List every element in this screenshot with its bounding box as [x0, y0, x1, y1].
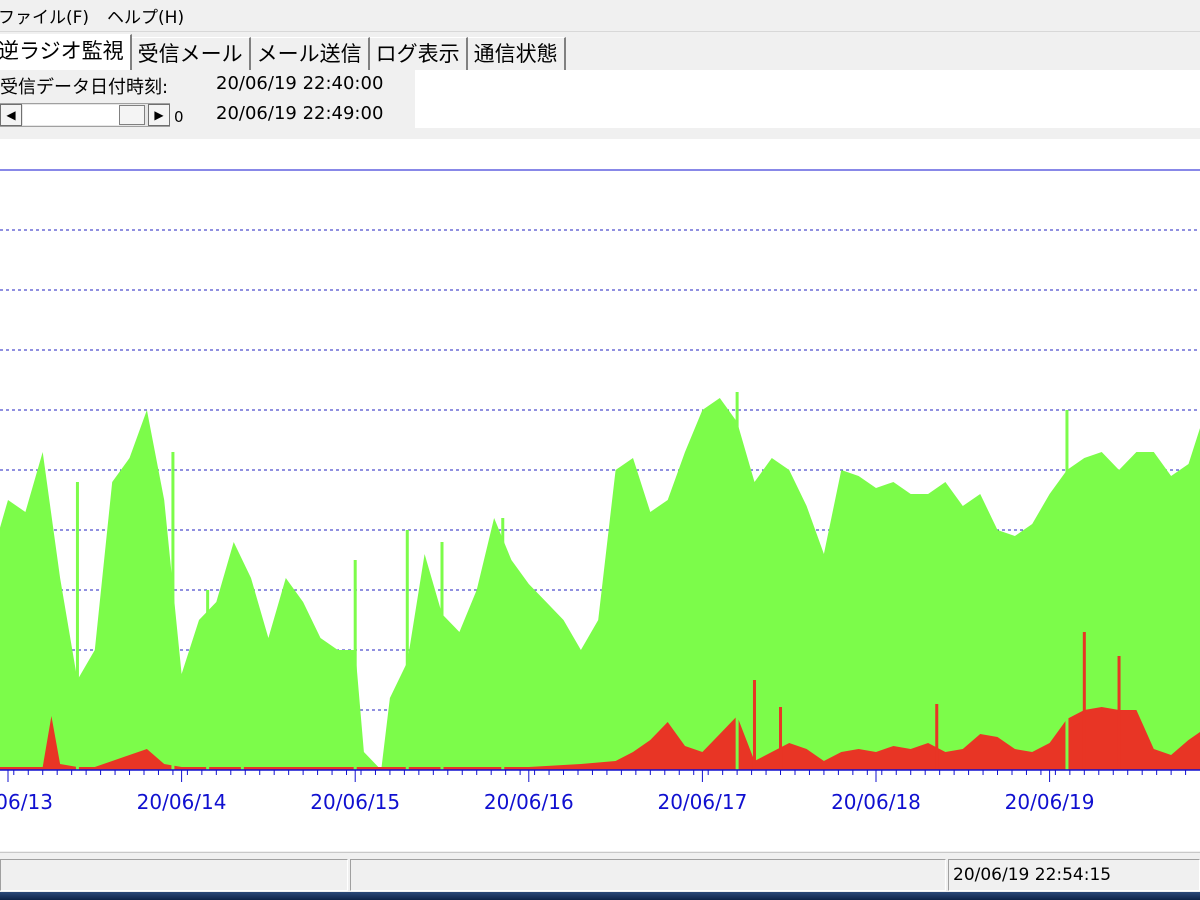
time-scrollbar[interactable]: ◀ ▶	[0, 103, 170, 127]
tab-log-view[interactable]: ログ表示	[369, 37, 468, 70]
tab-received-mail[interactable]: 受信メール	[131, 37, 251, 70]
scroll-thumb[interactable]	[119, 105, 145, 125]
spike-red	[1117, 656, 1121, 770]
spike-green	[405, 530, 409, 770]
menu-bar: ファイル(F) ヘルプ(H)	[0, 0, 1200, 32]
received-time-start: 20/06/19 22:40:00	[216, 73, 384, 94]
x-tick-label: 20/06/19	[1005, 790, 1095, 814]
spike-red	[779, 707, 783, 770]
status-bar: 20/06/19 22:54:15	[0, 852, 1200, 893]
area-series-green	[0, 398, 1200, 770]
spike-green	[206, 590, 210, 770]
spike-green	[75, 482, 79, 770]
status-clock: 20/06/19 22:54:15	[953, 865, 1112, 885]
x-tick-label: 20/06/16	[484, 790, 574, 814]
received-datetime-label: 受信データ日付時刻:	[0, 77, 169, 98]
x-tick-label: 20/06/18	[831, 790, 921, 814]
signal-chart: 20/06/13 20/06/14 20/06/15 20/06/16 20/06/17…	[0, 169, 1200, 814]
spike-green	[501, 518, 505, 770]
status-segment-clock: 20/06/19 22:54:15	[948, 859, 1200, 891]
received-time-end: 20/06/19 22:49:00	[216, 103, 384, 124]
spike-red	[752, 680, 756, 770]
x-tick-label: 20/06/14	[137, 790, 227, 814]
arrow-right-icon: ▶	[154, 108, 164, 122]
tab-comm-status[interactable]: 通信状態	[467, 37, 566, 70]
menu-file[interactable]: ファイル(F)	[0, 3, 99, 28]
tab-bar: 逆ラジオ監視 受信メール メール送信 ログ表示 通信状態	[0, 32, 1200, 70]
spike-green	[735, 392, 739, 770]
tab-radio-monitor[interactable]: 逆ラジオ監視	[0, 34, 132, 70]
spike-green	[1065, 410, 1069, 770]
x-tick-label: 20/06/15	[310, 790, 400, 814]
spike-red	[1082, 632, 1086, 770]
spike-green	[171, 452, 175, 770]
spike-green	[240, 578, 244, 770]
scroll-left-button[interactable]: ◀	[0, 104, 22, 126]
status-segment-2	[350, 859, 946, 891]
arrow-left-icon: ◀	[6, 108, 16, 122]
spike-green	[353, 560, 357, 770]
scroll-value: 0	[174, 108, 184, 126]
x-tick-label: 20/06/17	[657, 790, 747, 814]
tab-send-mail[interactable]: メール送信	[250, 37, 370, 70]
spike-red	[935, 704, 939, 770]
info-panel: 受信データ日付時刻: 20/06/19 22:40:00 20/06/19 22…	[0, 70, 1200, 134]
menu-help[interactable]: ヘルプ(H)	[107, 3, 194, 28]
taskbar-strip	[0, 892, 1200, 900]
info-display-box	[415, 70, 1200, 128]
spike-green	[440, 542, 444, 770]
scroll-track[interactable]	[23, 105, 119, 125]
scroll-right-button[interactable]: ▶	[148, 104, 170, 126]
status-segment-1	[0, 859, 348, 891]
chart-area: 20/06/13 20/06/14 20/06/15 20/06/16 20/06/17…	[0, 139, 1200, 851]
x-tick-label: 20/06/13	[0, 790, 53, 814]
